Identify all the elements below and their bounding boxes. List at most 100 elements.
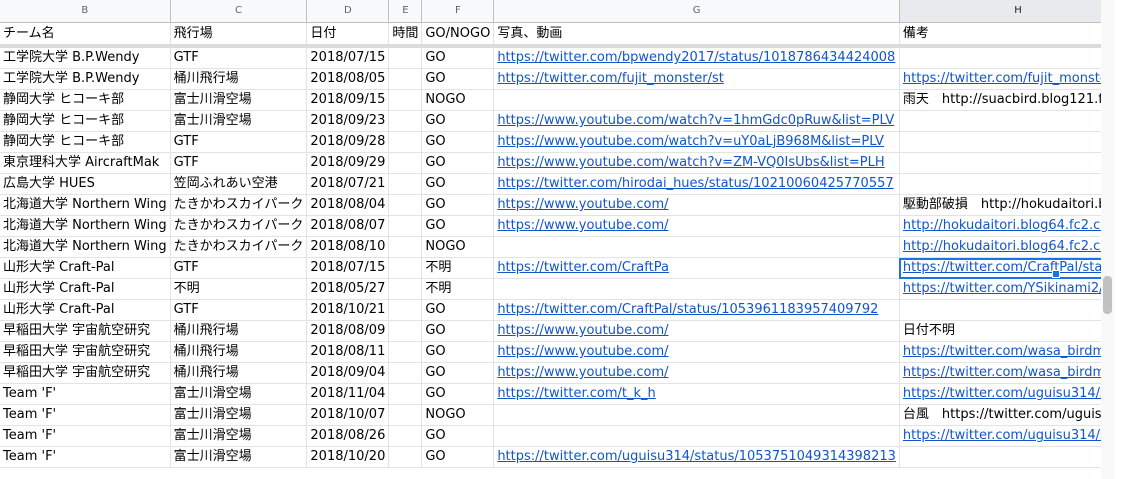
cell-media[interactable]: https://twitter.com/uguisu314/status/105…: [493, 446, 900, 468]
cell-go-nogo[interactable]: GO: [421, 320, 495, 342]
cell-time[interactable]: [388, 320, 423, 342]
cell-time[interactable]: [388, 131, 423, 153]
header-cell-airfield[interactable]: 飛行場: [170, 22, 308, 48]
link[interactable]: http://hokudaitori.blog64.fc2.com/: [903, 239, 1101, 254]
cell-airfield[interactable]: GTF: [170, 257, 308, 279]
vertical-scrollbar[interactable]: [1101, 0, 1115, 479]
cell-team[interactable]: 山形大学 Craft-Pal: [0, 299, 171, 321]
cell-time[interactable]: [388, 110, 423, 132]
cell-date[interactable]: 2018/10/20: [306, 446, 390, 468]
header-cell-time[interactable]: 時間: [388, 22, 423, 48]
cell-airfield[interactable]: 富士川滑空場: [170, 404, 308, 426]
cell-notes[interactable]: https://twitter.com/CraftPal/status/: [899, 257, 1101, 279]
cell-notes[interactable]: [899, 173, 1101, 195]
cell-team[interactable]: Team 'F': [0, 446, 171, 468]
cell-media[interactable]: https://twitter.com/fujit_monster/st: [493, 68, 900, 90]
link[interactable]: https://twitter.com/CraftPal/status/1053…: [497, 302, 878, 317]
cell-go-nogo[interactable]: 不明: [421, 257, 495, 279]
cell-notes[interactable]: https://twitter.com/uguisu314/statu: [899, 383, 1101, 405]
cell-notes[interactable]: 雨天 http://suacbird.blog121.fc2: [899, 89, 1101, 111]
cell-team[interactable]: Team 'F': [0, 383, 171, 405]
link[interactable]: https://twitter.com/t_k_h: [497, 386, 655, 401]
cell-airfield[interactable]: 桶川飛行場: [170, 362, 308, 384]
cell-go-nogo[interactable]: GO: [421, 46, 495, 69]
cell-notes[interactable]: 日付不明: [899, 320, 1101, 342]
cell-team[interactable]: Team 'F': [0, 404, 171, 426]
cell-team[interactable]: 北海道大学 Northern Wing: [0, 215, 171, 237]
link[interactable]: https://twitter.com/uguisu314/status/105…: [497, 449, 896, 464]
cell-time[interactable]: [388, 236, 423, 258]
cell-team[interactable]: 静岡大学 ヒコーキ部: [0, 110, 171, 132]
cell-team[interactable]: 早稲田大学 宇宙航空研究: [0, 320, 171, 342]
link[interactable]: https://twitter.com/uguisu314/statu: [903, 386, 1101, 401]
link[interactable]: https://twitter.com/bpwendy2017/status/1…: [497, 50, 895, 65]
cell-date[interactable]: 2018/05/27: [306, 278, 390, 300]
cell-media[interactable]: https://twitter.com/CraftPal/status/1053…: [493, 299, 900, 321]
cell-airfield[interactable]: たきかわスカイパーク: [170, 236, 308, 258]
link[interactable]: https://www.youtube.com/: [497, 344, 668, 359]
header-cell-media[interactable]: 写真、動画: [493, 22, 900, 48]
link[interactable]: https://twitter.com/fujit_monster/st: [903, 71, 1101, 86]
cell-media[interactable]: [493, 89, 900, 111]
cell-notes[interactable]: 台風 https://twitter.com/uguisu31: [899, 404, 1101, 426]
link[interactable]: https://www.youtube.com/watch?v=ZM-VQ0Is…: [497, 155, 884, 170]
cell-airfield[interactable]: 桶川飛行場: [170, 68, 308, 90]
cell-time[interactable]: [388, 362, 423, 384]
cell-go-nogo[interactable]: NOGO: [421, 89, 495, 111]
cell-media[interactable]: https://twitter.com/bpwendy2017/status/1…: [493, 46, 900, 69]
cell-time[interactable]: [388, 257, 423, 279]
cell-media[interactable]: https://twitter.com/CraftPa: [493, 257, 900, 279]
link[interactable]: https://www.youtube.com/: [497, 323, 668, 338]
cell-date[interactable]: 2018/09/15: [306, 89, 390, 111]
cell-time[interactable]: [388, 341, 423, 363]
link[interactable]: https://twitter.com/CraftPa: [497, 260, 669, 275]
cell-notes[interactable]: [899, 131, 1101, 153]
cell-date[interactable]: 2018/07/15: [306, 257, 390, 279]
link[interactable]: https://www.youtube.com/: [497, 197, 668, 212]
cell-team[interactable]: 工学院大学 B.P.Wendy: [0, 46, 171, 69]
link[interactable]: https://twitter.com/wasa_birdman/: [903, 365, 1101, 380]
cell-notes[interactable]: [899, 446, 1101, 468]
cell-media[interactable]: https://www.youtube.com/: [493, 194, 900, 216]
link[interactable]: https://twitter.com/CraftPal/status/: [903, 260, 1101, 275]
cell-media[interactable]: https://twitter.com/t_k_h: [493, 383, 900, 405]
cell-time[interactable]: [388, 215, 423, 237]
cell-go-nogo[interactable]: NOGO: [421, 236, 495, 258]
cell-airfield[interactable]: 富士川滑空場: [170, 89, 308, 111]
link[interactable]: https://www.youtube.com/watch?v=uY0aLjB9…: [497, 134, 884, 149]
cell-airfield[interactable]: 不明: [170, 278, 308, 300]
column-header-g[interactable]: G: [493, 0, 900, 23]
cell-airfield[interactable]: GTF: [170, 131, 308, 153]
cell-go-nogo[interactable]: NOGO: [421, 404, 495, 426]
cell-media[interactable]: [493, 278, 900, 300]
cell-team[interactable]: 静岡大学 ヒコーキ部: [0, 89, 171, 111]
header-cell-team[interactable]: チーム名: [0, 22, 171, 48]
cell-time[interactable]: [388, 89, 423, 111]
cell-time[interactable]: [388, 425, 423, 447]
cell-media[interactable]: https://www.youtube.com/: [493, 320, 900, 342]
cell-date[interactable]: 2018/08/07: [306, 215, 390, 237]
link[interactable]: https://twitter.com/YSikinami2/stat: [903, 281, 1101, 296]
cell-date[interactable]: 2018/10/21: [306, 299, 390, 321]
cell-go-nogo[interactable]: GO: [421, 110, 495, 132]
cell-airfield[interactable]: GTF: [170, 152, 308, 174]
cell-notes[interactable]: https://twitter.com/wasa_birdman/: [899, 362, 1101, 384]
column-header-h[interactable]: H: [899, 0, 1101, 23]
column-header-f[interactable]: F: [421, 0, 495, 23]
cell-date[interactable]: 2018/09/29: [306, 152, 390, 174]
cell-time[interactable]: [388, 173, 423, 195]
cell-airfield[interactable]: たきかわスカイパーク: [170, 215, 308, 237]
cell-date[interactable]: 2018/09/04: [306, 362, 390, 384]
cell-airfield[interactable]: 富士川滑空場: [170, 446, 308, 468]
cell-go-nogo[interactable]: GO: [421, 446, 495, 468]
cell-go-nogo[interactable]: GO: [421, 68, 495, 90]
link[interactable]: https://www.youtube.com/: [497, 365, 668, 380]
cell-date[interactable]: 2018/10/07: [306, 404, 390, 426]
cell-go-nogo[interactable]: GO: [421, 362, 495, 384]
header-cell-date[interactable]: 日付: [306, 22, 390, 48]
cell-time[interactable]: [388, 446, 423, 468]
cell-notes[interactable]: [899, 46, 1101, 69]
cell-date[interactable]: 2018/09/28: [306, 131, 390, 153]
cell-media[interactable]: https://www.youtube.com/: [493, 341, 900, 363]
cell-go-nogo[interactable]: GO: [421, 425, 495, 447]
